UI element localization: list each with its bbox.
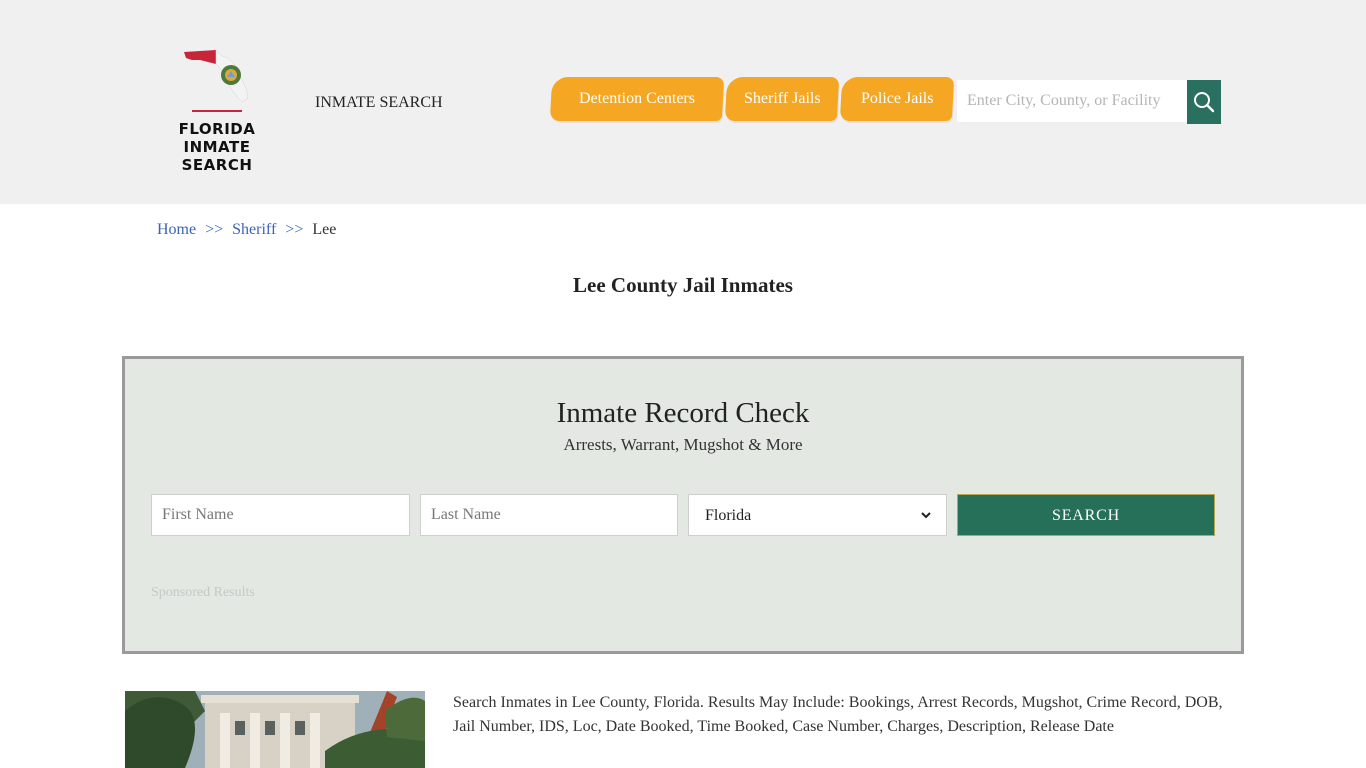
nav-detention-centers-button[interactable]: Detention Centers [549, 77, 725, 121]
nav-sheriff-jails-button[interactable]: Sheriff Jails [724, 77, 840, 121]
logo-text-florida: FLORIDA [178, 120, 256, 138]
lee-county-building-photo [125, 691, 425, 768]
florida-map-icon [184, 49, 249, 103]
breadcrumb-separator: >> [285, 221, 304, 238]
breadcrumb: Home >> Sheriff >> Lee [157, 221, 336, 239]
breadcrumb-current: Lee [312, 221, 337, 238]
nav-inmate-search-link[interactable]: INMATE SEARCH [315, 94, 443, 112]
county-description: Search Inmates in Lee County, Florida. R… [453, 694, 1223, 735]
breadcrumb-home-link[interactable]: Home [157, 221, 196, 238]
record-check-subtitle: Arrests, Warrant, Mugshot & More [563, 435, 803, 454]
logo-text-inmate-search: INMATE SEARCH [181, 138, 253, 174]
sponsored-results-label: Sponsored Results [151, 585, 255, 600]
site-header: FLORIDA INMATE SEARCH INMATE SEARCH Dete… [0, 0, 1366, 204]
nav-police-jails-button[interactable]: Police Jails [839, 77, 955, 121]
first-name-input[interactable] [151, 494, 410, 536]
nav-sheriff-jails-label: Sheriff Jails [743, 90, 821, 107]
magnifier-icon [1194, 92, 1215, 113]
inmate-record-check-panel: Inmate Record Check Arrests, Warrant, Mu… [122, 356, 1244, 654]
facility-search-input[interactable] [957, 80, 1187, 122]
facility-search-button[interactable] [1187, 80, 1221, 124]
record-check-title: Inmate Record Check [556, 397, 810, 429]
state-select[interactable]: Florida [701, 495, 934, 535]
last-name-input[interactable] [420, 494, 678, 536]
logo-divider [192, 110, 242, 112]
nav-detention-centers-label: Detention Centers [579, 90, 695, 107]
breadcrumb-sheriff-link[interactable]: Sheriff [232, 221, 276, 238]
page-title: Lee County Jail Inmates [573, 273, 793, 297]
record-search-button[interactable]: SEARCH [957, 494, 1215, 536]
breadcrumb-separator: >> [205, 221, 224, 238]
state-select-wrapper: Florida [688, 494, 947, 536]
nav-police-jails-label: Police Jails [860, 90, 934, 107]
site-logo[interactable]: FLORIDA INMATE SEARCH [146, 44, 288, 174]
